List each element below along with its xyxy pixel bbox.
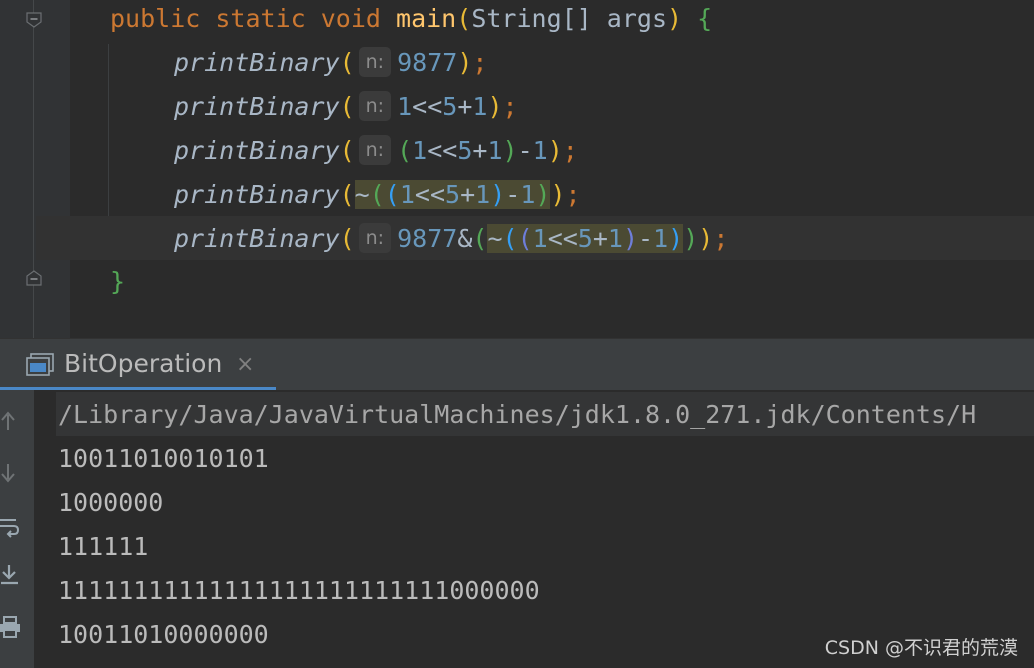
code-line-call[interactable]: printBinary(n: 9877); — [174, 41, 487, 85]
code-line-call[interactable]: printBinary(n: (1<<5+1)-1); — [174, 129, 578, 173]
close-brace: } — [110, 267, 126, 296]
scroll-to-end-icon[interactable] — [0, 564, 22, 586]
console-icon — [26, 353, 54, 381]
code-line-call[interactable]: printBinary(n: 9877&(~((1<<5+1)-1))); — [174, 217, 728, 261]
run-tool-window-header: BitOperation × — [0, 338, 1034, 391]
watermark: CSDN @不识君的荒漠 — [824, 637, 1018, 659]
paren: ( — [456, 4, 472, 33]
editor-gutter — [0, 0, 70, 338]
up-arrow-icon[interactable] — [0, 410, 22, 432]
console-toolbar — [0, 390, 34, 668]
call-name: printBinary — [174, 180, 340, 209]
call-arg: 9877&(~((1<<5+1)-1)) — [397, 224, 699, 253]
gutter-divider — [33, 0, 34, 338]
call-name: printBinary — [174, 136, 340, 165]
print-icon[interactable] — [0, 616, 22, 638]
parameter-hint: n: — [358, 91, 392, 121]
console-output[interactable]: /Library/Java/JavaVirtualMachines/jdk1.8… — [34, 390, 1034, 668]
call-arg: ~((1<<5+1)-1) — [354, 180, 551, 209]
keyword-public: public — [110, 4, 201, 33]
console-output-line: 11111111111111111111111111000000 — [58, 576, 540, 605]
method-name: main — [396, 4, 457, 33]
call-arg: 9877 — [397, 48, 458, 77]
keyword-static: static — [215, 4, 306, 33]
code-line-call[interactable]: printBinary(~((1<<5+1)-1)); — [174, 173, 581, 217]
param-type: String[] — [471, 4, 592, 33]
console-output-line: 10011010010101 — [58, 444, 269, 473]
tab-label: BitOperation — [64, 349, 223, 378]
code-line-call[interactable]: printBinary(n: 1<<5+1); — [174, 85, 518, 129]
fold-end-icon[interactable] — [26, 270, 42, 286]
console-output-line: 10011010000000 — [58, 620, 269, 649]
code-editor[interactable]: public static void main(String[] args) {… — [0, 0, 1034, 338]
parameter-hint: n: — [358, 223, 392, 253]
code-line-main[interactable]: public static void main(String[] args) { — [110, 0, 712, 41]
call-name: printBinary — [174, 92, 340, 121]
close-icon[interactable]: × — [236, 352, 254, 377]
down-arrow-icon[interactable] — [0, 462, 22, 484]
indent-guide — [108, 44, 109, 230]
open-brace: { — [697, 4, 713, 33]
console-command: /Library/Java/JavaVirtualMachines/jdk1.8… — [58, 400, 977, 429]
call-arg: (1<<5+1)-1 — [397, 136, 548, 165]
soft-wrap-icon[interactable] — [0, 516, 22, 538]
call-arg: 1<<5+1 — [397, 92, 488, 121]
code-line-close[interactable]: } — [110, 260, 125, 304]
console-output-line: 111111 — [58, 532, 149, 561]
parameter-hint: n: — [358, 47, 392, 77]
call-name: printBinary — [174, 224, 340, 253]
keyword-void: void — [320, 4, 381, 33]
paren: ) — [667, 4, 683, 33]
param-name: args — [606, 4, 668, 33]
call-name: printBinary — [174, 48, 340, 77]
fold-collapse-icon[interactable] — [26, 12, 42, 28]
console-output-line: 1000000 — [58, 488, 164, 517]
tab-bitoperation[interactable]: BitOperation × — [0, 339, 276, 391]
parameter-hint: n: — [358, 135, 392, 165]
